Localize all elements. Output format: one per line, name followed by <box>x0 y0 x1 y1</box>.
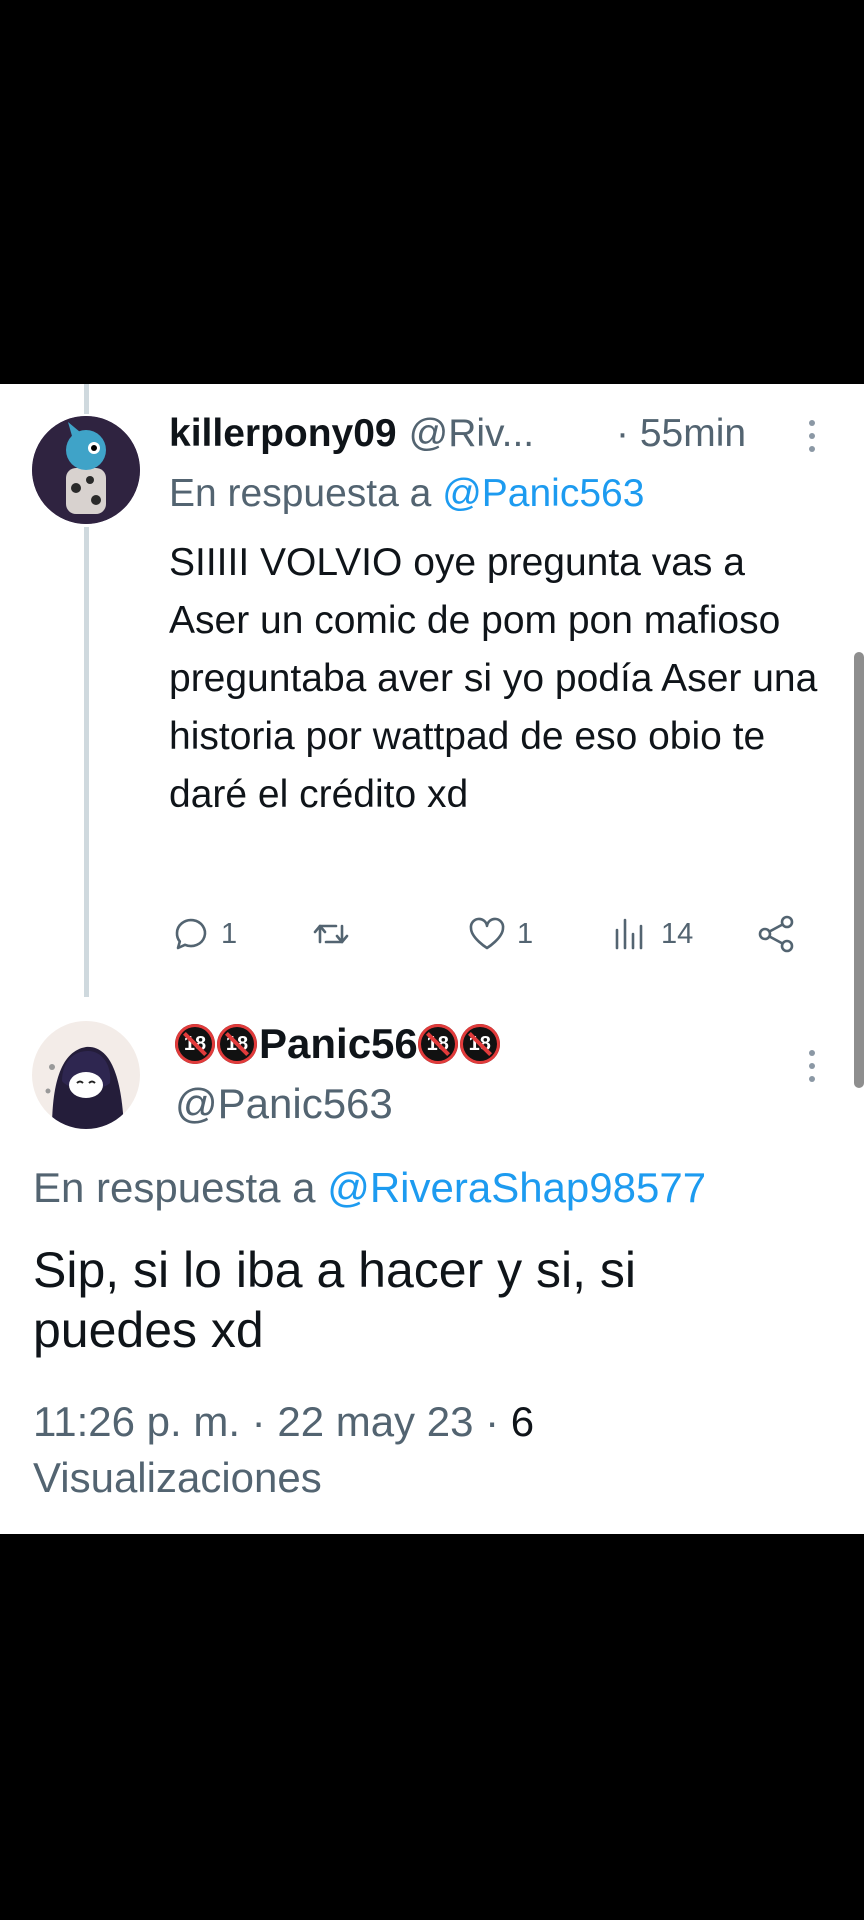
thread-connector-top <box>84 384 89 414</box>
age-restriction-badge: 18 <box>175 1024 215 1064</box>
main-reply-context: En respuesta a @RiveraShap98577 <box>33 1164 706 1212</box>
main-tweet-meta: 11:26 p. m. · 22 may 23 · 6 Visualizacio… <box>33 1394 733 1506</box>
age-restriction-badge: 18 <box>417 1024 458 1064</box>
avatar-killerpony09[interactable] <box>32 416 140 524</box>
more-icon[interactable] <box>806 1050 818 1082</box>
thread-connector <box>84 527 89 997</box>
replying-to-link[interactable]: @RiveraShap98577 <box>327 1164 706 1211</box>
main-handle[interactable]: @Panic563 <box>175 1080 393 1128</box>
like-count: 1 <box>517 917 534 950</box>
reply-tweet-text: SIIIII VOLVIO oye pregunta vas a Aser un… <box>169 541 818 816</box>
retweet-button[interactable] <box>309 912 361 956</box>
age-restriction-badge: 18 <box>217 1024 257 1064</box>
age-restriction-badge: 18 <box>459 1024 500 1064</box>
reply-tweet-header: killerpony09 @Riv... · 55min <box>169 412 809 456</box>
main-display-name-text: Panic56 <box>259 1020 418 1067</box>
reply-context: En respuesta a @Panic563 <box>169 472 644 516</box>
reply-handle[interactable]: @Riv... <box>409 412 535 455</box>
replying-label: En respuesta a <box>33 1164 316 1211</box>
reply-button[interactable]: 1 <box>169 912 237 956</box>
reply-icon <box>175 918 207 950</box>
reply-count: 1 <box>221 917 238 950</box>
main-tweet-text: Sip, si lo iba a hacer y si, si puedes x… <box>33 1242 637 1358</box>
share-button[interactable] <box>755 912 799 956</box>
retweet-icon <box>313 924 349 944</box>
replying-label: En respuesta a <box>169 472 432 515</box>
views-icon <box>615 918 643 950</box>
tweet-thread-panel: killerpony09 @Riv... · 55min En respuesta… <box>0 384 864 1534</box>
like-button[interactable]: 1 <box>465 912 533 956</box>
like-icon <box>469 917 505 950</box>
main-views-label: Visualizaciones <box>33 1454 322 1501</box>
main-timestamp[interactable]: 11:26 p. m. · 22 may 23 · <box>33 1398 499 1445</box>
views-count: 14 <box>661 917 694 950</box>
avatar-panic563[interactable] <box>32 1021 140 1129</box>
main-views-count: 6 <box>510 1398 535 1445</box>
views-button[interactable]: 14 <box>609 912 693 956</box>
more-icon[interactable] <box>806 420 818 452</box>
reply-tweet-actions: 1 1 14 <box>169 912 809 972</box>
replying-to-link[interactable]: @Panic563 <box>442 472 644 515</box>
reply-display-name[interactable]: killerpony09 <box>169 412 397 455</box>
scrollbar[interactable] <box>854 652 864 1088</box>
main-display-name[interactable]: 18 18 Panic56 18 18 <box>175 1020 502 1068</box>
reply-timestamp[interactable]: · 55min <box>616 412 746 456</box>
share-icon <box>758 915 794 953</box>
